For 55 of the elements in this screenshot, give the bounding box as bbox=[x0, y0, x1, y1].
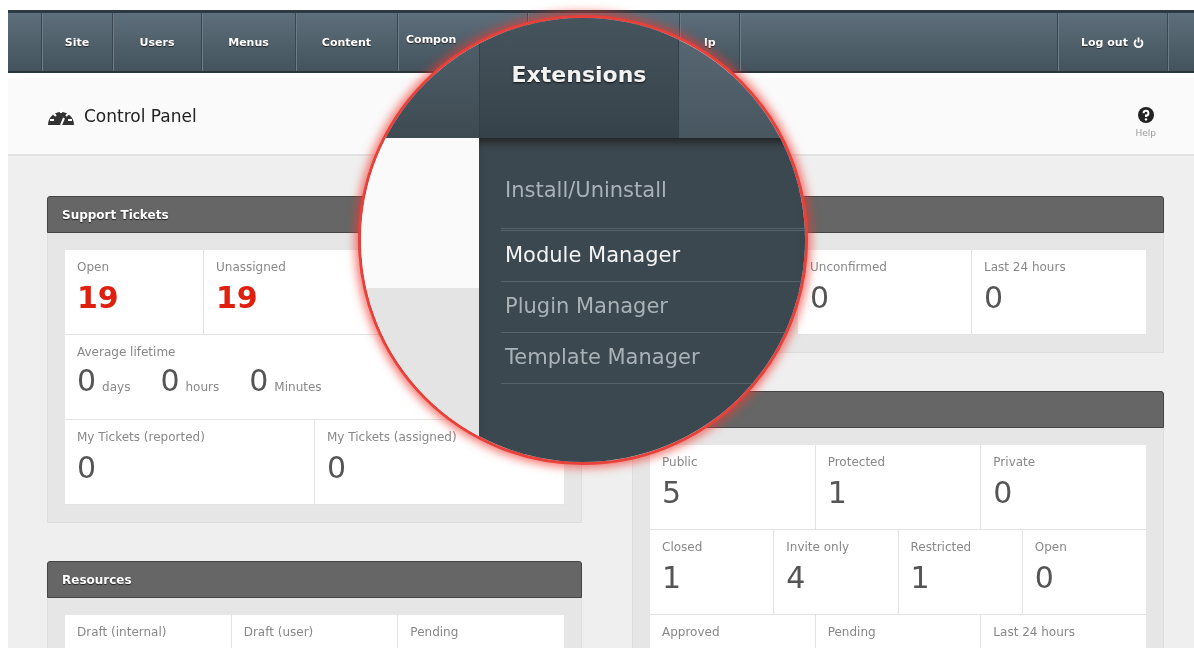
stat-label: Open bbox=[1034, 539, 1067, 554]
stat-label: Draft (internal) bbox=[77, 624, 167, 639]
unit-label: hours bbox=[185, 380, 220, 394]
stat-value: 1 bbox=[827, 475, 847, 510]
stat-label: Unconfirmed bbox=[810, 259, 887, 274]
stat-label: Pending bbox=[410, 624, 459, 639]
nav-menu-item[interactable]: Content bbox=[321, 35, 372, 49]
stat-value: 0 bbox=[1034, 560, 1054, 595]
power-icon bbox=[1132, 36, 1144, 48]
stat-value: 19 bbox=[216, 280, 258, 315]
menu-tab[interactable]: Extensions bbox=[479, 18, 679, 138]
stat-label: Approved bbox=[662, 624, 720, 639]
nav-menu-item[interactable]: lp bbox=[704, 35, 716, 49]
stat-label: Draft (user) bbox=[243, 624, 314, 639]
stat-value: 1 bbox=[662, 560, 682, 595]
stat-value: 1 bbox=[910, 560, 930, 595]
stat-label: Average lifetime bbox=[77, 344, 176, 359]
stat-value: 0 bbox=[77, 363, 97, 398]
stat-value: 0 bbox=[77, 450, 97, 485]
stat-label: Last 24 hours bbox=[984, 259, 1066, 274]
nav-menu-item[interactable]: Site bbox=[64, 35, 90, 49]
logout-link[interactable]: Log out bbox=[1081, 35, 1144, 49]
stat-value: 0 bbox=[810, 280, 830, 315]
stat-label: Protected bbox=[827, 454, 886, 469]
stat-value: 19 bbox=[77, 280, 119, 315]
stat-label: Restricted bbox=[910, 539, 972, 554]
help-icon[interactable] bbox=[1137, 106, 1154, 123]
stat-value: 4 bbox=[786, 560, 806, 595]
dropdown-menu-item[interactable]: Module Manager bbox=[505, 243, 681, 267]
help-label: Help bbox=[1135, 127, 1156, 138]
nav-menu-item[interactable]: Users bbox=[139, 35, 175, 49]
stat-label: Closed bbox=[662, 539, 703, 554]
unit-label: days bbox=[102, 380, 131, 394]
stat-value: 0 bbox=[249, 363, 269, 398]
stat-value: 0 bbox=[327, 450, 347, 485]
dropdown-menu-item[interactable]: Template Manager bbox=[505, 345, 700, 369]
stat-label: My Tickets (assigned) bbox=[327, 429, 457, 444]
panel-header: Resources bbox=[47, 561, 582, 598]
stat-label: My Tickets (reported) bbox=[77, 429, 205, 444]
stat-label: Open bbox=[77, 259, 110, 274]
stat-value: 5 bbox=[662, 475, 682, 510]
stat-label: Invite only bbox=[786, 539, 850, 554]
page-title: Control Panel bbox=[84, 106, 197, 126]
stat-value: 0 bbox=[984, 280, 1004, 315]
nav-menu-item[interactable]: Menus bbox=[228, 35, 269, 49]
stat-label: Private bbox=[993, 454, 1036, 469]
dropdown-menu-item[interactable]: Plugin Manager bbox=[505, 294, 668, 318]
unit-label: Minutes bbox=[274, 380, 322, 394]
stat-label: Last 24 hours bbox=[993, 624, 1075, 639]
stat-value: 0 bbox=[160, 363, 180, 398]
stat-value: 0 bbox=[993, 475, 1013, 510]
stat-label: Pending bbox=[827, 624, 876, 639]
stat-label: Public bbox=[662, 454, 698, 469]
nav-menu-item[interactable]: Compon bbox=[406, 33, 457, 46]
stat-label: Unassigned bbox=[216, 259, 286, 274]
